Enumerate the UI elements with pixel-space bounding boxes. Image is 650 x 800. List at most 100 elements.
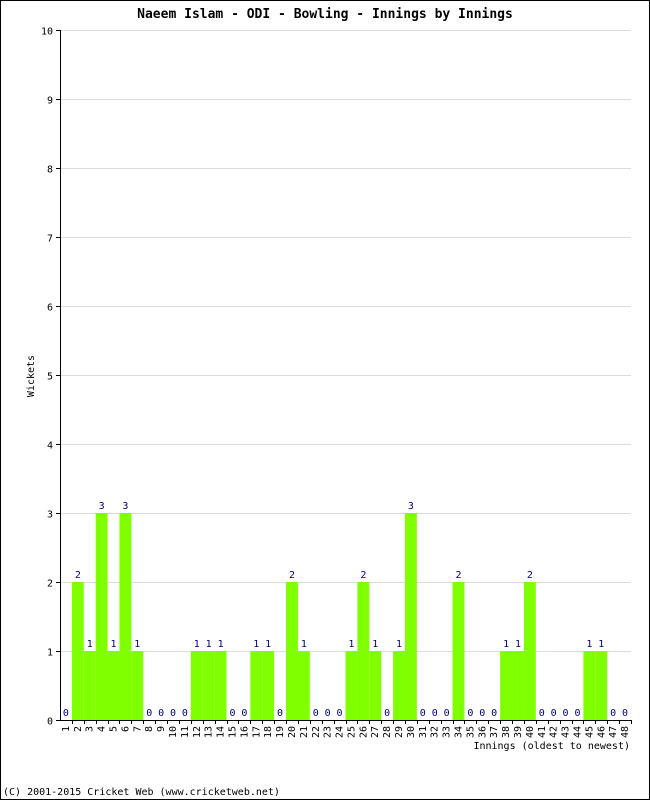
x-tick-label: 35: [465, 726, 476, 738]
y-tick-label: 10: [41, 27, 53, 38]
bar: [83, 651, 96, 720]
x-tick-label: 11: [180, 726, 191, 738]
x-tick-label: 12: [192, 726, 203, 738]
x-axis-label: Innings (oldest to newest): [473, 741, 630, 752]
data-label: 2: [75, 570, 81, 581]
x-tick-label: 3: [85, 726, 96, 732]
x-tick-label: 33: [442, 726, 453, 738]
data-label: 2: [455, 570, 461, 581]
bar: [131, 651, 144, 720]
data-label: 1: [218, 639, 224, 650]
bar: [512, 651, 524, 720]
bar: [595, 651, 608, 720]
data-label: 0: [491, 708, 497, 719]
y-tick-label: 6: [47, 303, 53, 314]
data-label: 1: [194, 639, 200, 650]
data-labels: 02131310 0 0 01 1 10 01 10210 0 01210130 0 020 0 01 12…: [63, 501, 628, 719]
y-tick-label: 5: [47, 372, 53, 383]
data-label: 0: [479, 708, 485, 719]
data-label: 0: [241, 708, 247, 719]
x-tick-label: 10: [168, 726, 179, 738]
x-tick-label: 43: [561, 726, 572, 738]
y-tick-label: 3: [47, 510, 53, 521]
x-tick-label: 31: [418, 726, 429, 738]
x-tick-label: 14: [216, 726, 227, 738]
x-tick-label: 46: [596, 726, 607, 738]
bar: [262, 651, 275, 720]
data-label: 0: [610, 708, 616, 719]
x-tick-label: 41: [537, 726, 548, 738]
data-label: 1: [134, 639, 140, 650]
data-label: 1: [586, 639, 592, 650]
x-tick-labels: 1 2 3 4 5 6 7 8 9 10 11 12 13 14 15 16 17 18 19 20 21 22 23 24 2…: [61, 726, 631, 738]
data-label: 1: [206, 639, 212, 650]
data-label: 0: [467, 708, 473, 719]
x-tick-label: 40: [525, 726, 536, 738]
data-label: 1: [253, 639, 259, 650]
y-tick-labels: 0 1 2 3 4 5 6 7 8 9 10: [41, 27, 53, 728]
x-tick-label: 8: [144, 726, 155, 732]
y-tick-label: 8: [47, 165, 53, 176]
data-label: 1: [503, 639, 509, 650]
data-label: 0: [444, 708, 450, 719]
data-label: 2: [289, 570, 295, 581]
x-tick-label: 7: [132, 726, 143, 732]
data-label: 0: [146, 708, 152, 719]
data-label: 1: [111, 639, 117, 650]
y-tick-label: 2: [47, 579, 53, 590]
data-label: 1: [348, 639, 354, 650]
bar: [404, 513, 417, 720]
bar: [523, 582, 536, 720]
bar: [297, 651, 310, 720]
y-tick-label: 7: [47, 234, 53, 245]
x-tick-label: 19: [275, 726, 286, 738]
x-tick-label: 38: [501, 726, 512, 738]
data-label: 0: [63, 708, 69, 719]
x-tick-label: 16: [239, 726, 250, 738]
bar: [583, 651, 596, 720]
bar: [452, 582, 465, 720]
data-label: 0: [277, 708, 283, 719]
x-tick-label: 34: [454, 726, 465, 738]
data-label: 0: [574, 708, 580, 719]
data-label: 0: [182, 708, 188, 719]
data-label: 1: [265, 639, 271, 650]
data-label: 0: [384, 708, 390, 719]
bar: [119, 513, 132, 720]
data-label: 3: [408, 501, 414, 512]
y-tick-label: 0: [47, 717, 53, 728]
data-label: 1: [372, 639, 378, 650]
x-tick-label: 28: [382, 726, 393, 738]
data-label: 0: [158, 708, 164, 719]
data-label: 0: [229, 708, 235, 719]
x-tick-label: 36: [477, 726, 488, 738]
data-label: 0: [337, 708, 343, 719]
bar: [345, 651, 358, 720]
y-tick-label: 1: [47, 648, 53, 659]
data-label: 2: [527, 570, 533, 581]
bar: [107, 651, 120, 720]
data-label: 0: [420, 708, 426, 719]
data-label: 3: [122, 501, 128, 512]
data-label: 1: [598, 639, 604, 650]
data-label: 2: [360, 570, 366, 581]
bar: [286, 582, 298, 720]
data-label: 0: [539, 708, 545, 719]
bar: [357, 582, 370, 720]
data-label: 1: [515, 639, 521, 650]
y-tick-label: 9: [47, 96, 53, 107]
y-tick-label: 4: [47, 441, 53, 452]
x-tick-label: 47: [608, 726, 619, 738]
x-tick-label: 30: [406, 726, 417, 738]
bar: [393, 651, 405, 720]
data-label: 1: [396, 639, 402, 650]
x-tick-label: 5: [109, 726, 120, 732]
chart-title: Naeem Islam - ODI - Bowling - Innings by…: [137, 7, 513, 22]
x-tick-label: 24: [335, 726, 346, 738]
x-tick-label: 45: [584, 726, 595, 738]
x-tick-label: 44: [572, 726, 583, 738]
x-tick-label: 18: [263, 726, 274, 738]
x-tick-label: 37: [489, 726, 500, 738]
x-tick-label: 9: [156, 726, 167, 732]
bar: [500, 651, 513, 720]
